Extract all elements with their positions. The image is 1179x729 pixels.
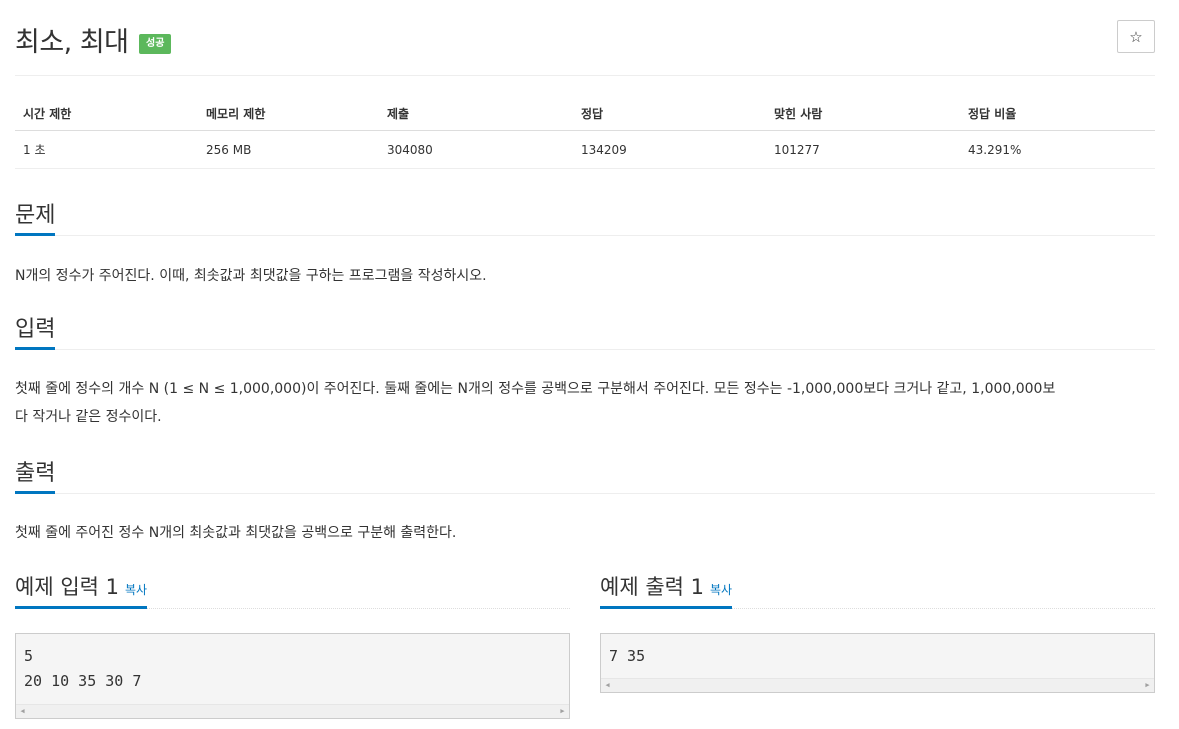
sample-input-line: 20 10 35 30 7 [24,672,142,690]
scroll-right-arrow-icon[interactable]: ▶ [1141,679,1154,692]
output-description: 첫째 줄에 주어진 정수 N개의 최솟값과 최댓값을 공백으로 구분해 출력한다… [15,525,457,541]
copy-sample-output-button[interactable]: 복사 [710,583,732,597]
copy-sample-input-button[interactable]: 복사 [125,583,147,597]
output-section-heading: 출력 [15,455,1155,494]
info-value-memory-limit: 256 MB [206,142,252,157]
sample-input-line: 5 [24,647,34,665]
sample-input-title-text: 예제 입력 1 [15,575,119,599]
input-description-line: 다 작거나 같은 정수이다. [15,409,162,425]
problem-description: N개의 정수가 주어진다. 이때, 최솟값과 최댓값을 구하는 프로그램을 작성… [15,268,487,284]
problem-section-title: 문제 [15,197,56,236]
info-value-solved-users: 101277 [774,142,820,157]
info-table-row: 1 초 256 MB 304080 134209 101277 43.291% [15,131,1155,169]
sample-input-title: 예제 입력 1 복사 [15,571,148,609]
problem-title: 최소, 최대 [15,27,129,58]
input-section-title: 입력 [15,311,56,350]
scroll-left-arrow-icon[interactable]: ◀ [601,679,614,692]
favorite-star-button[interactable]: ☆ [1117,20,1155,53]
sample-output-heading: 예제 출력 1 복사 [600,570,1155,609]
info-value-time-limit: 1 초 [23,143,46,157]
info-header-accept-ratio: 정답 비율 [968,107,1017,121]
header-divider [15,75,1155,76]
sample-output-title-text: 예제 출력 1 [600,575,704,599]
input-section-heading: 입력 [15,311,1155,350]
output-section-title: 출력 [15,455,56,494]
sample-output-line: 7 35 [609,647,646,665]
info-header-memory-limit: 메모리 제한 [206,107,266,121]
sample-output-box[interactable]: 7 35 ◀ ▶ [600,633,1155,693]
problem-page: 최소, 최대 성공 ☆ 시간 제한 메모리 제한 제출 정답 맞힌 사람 정답 … [0,0,1179,729]
scroll-left-arrow-icon[interactable]: ◀ [16,705,29,718]
problem-section-heading: 문제 [15,197,1155,236]
info-table-header: 시간 제한 메모리 제한 제출 정답 맞힌 사람 정답 비율 [15,97,1155,131]
info-header-solved-users: 맞힌 사람 [774,107,823,121]
problem-header: 최소, 최대 성공 ☆ [15,18,1155,58]
horizontal-scrollbar[interactable]: ◀ ▶ [601,678,1154,692]
info-value-submissions: 304080 [387,142,433,157]
info-header-time-limit: 시간 제한 [23,107,72,121]
sample-input-heading: 예제 입력 1 복사 [15,570,570,609]
info-header-accepted: 정답 [581,107,604,121]
info-value-accept-ratio: 43.291% [968,142,1022,157]
sample-input-box[interactable]: 5 20 10 35 30 7 ◀ ▶ [15,633,570,719]
sample-output-title: 예제 출력 1 복사 [600,571,733,609]
star-icon: ☆ [1129,27,1143,46]
input-description-line: 첫째 줄에 정수의 개수 N (1 ≤ N ≤ 1,000,000)이 주어진다… [15,381,1056,397]
info-header-submissions: 제출 [387,107,410,121]
status-badge: 성공 [139,34,172,54]
info-value-accepted: 134209 [581,142,627,157]
horizontal-scrollbar[interactable]: ◀ ▶ [16,704,569,718]
input-description: 첫째 줄에 정수의 개수 N (1 ≤ N ≤ 1,000,000)이 주어진다… [15,375,1149,431]
problem-info-table: 시간 제한 메모리 제한 제출 정답 맞힌 사람 정답 비율 1 초 256 M… [15,97,1155,169]
scroll-right-arrow-icon[interactable]: ▶ [556,705,569,718]
